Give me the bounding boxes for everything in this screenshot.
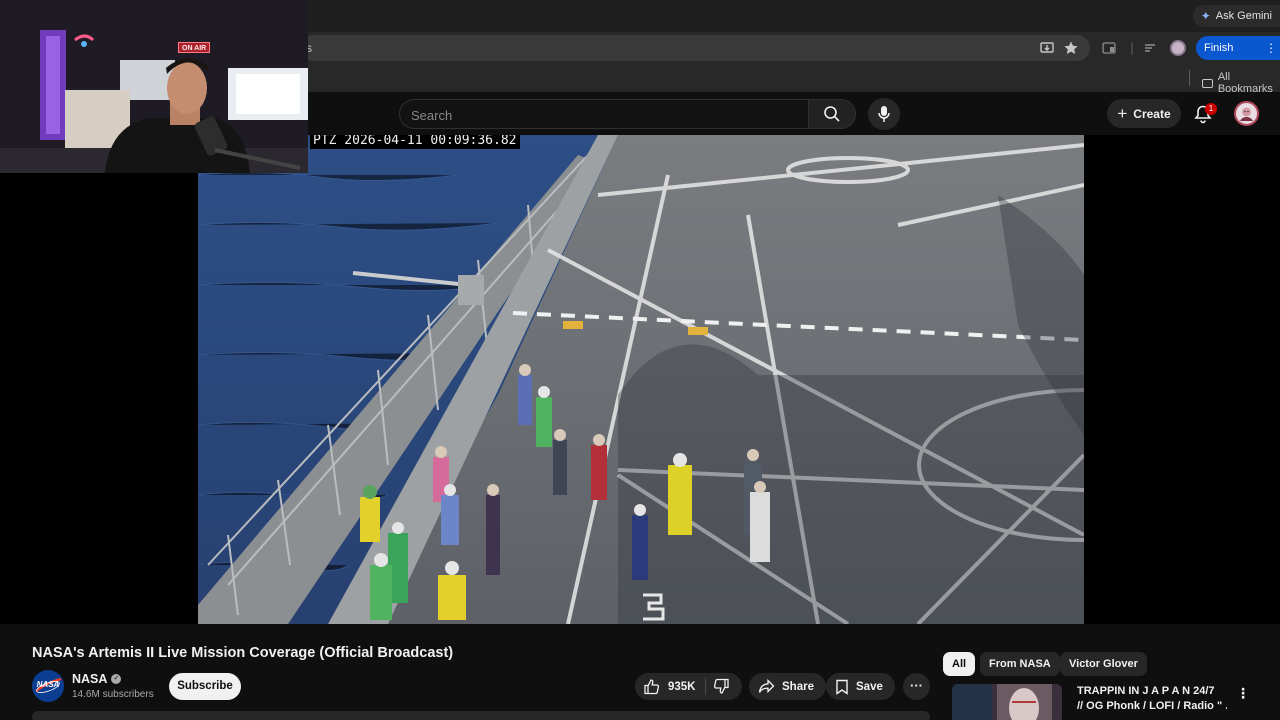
thumbs-down-icon — [713, 678, 729, 694]
account-avatar[interactable] — [1234, 101, 1259, 126]
streamer-webcam-feed — [0, 0, 308, 173]
chip-all[interactable]: All — [943, 652, 976, 676]
subscribe-button[interactable]: Subscribe — [169, 673, 241, 700]
folder-icon — [1202, 78, 1213, 88]
save-button[interactable]: Save — [826, 673, 895, 700]
dislike-button[interactable] — [706, 673, 742, 700]
bookmarks-divider — [1189, 70, 1190, 86]
address-bar[interactable]: s — [300, 35, 1090, 61]
kebab-menu-icon: ⋮ — [1236, 685, 1250, 701]
create-button[interactable]: + Create — [1107, 99, 1181, 128]
chip-from-nasa[interactable]: From NASA — [980, 652, 1060, 676]
recommendation-thumbnail[interactable] — [952, 684, 1062, 720]
camera-timestamp-overlay: PTZ 2026-04-11 00:09:36.82 — [310, 135, 520, 149]
recommendation-thumbnail-image — [952, 684, 1062, 720]
streamer-webcam-overlay: ON AIR — [0, 0, 308, 173]
recommendation-title[interactable]: TRAPPIN IN J A P A N 24/7 // OG Phonk / … — [1077, 684, 1227, 714]
save-label: Save — [856, 680, 883, 693]
reading-list-icon[interactable] — [1142, 40, 1158, 56]
channel-name: NASA — [72, 672, 108, 686]
finish-update-button[interactable]: Finish update ⋮ — [1196, 36, 1280, 78]
share-button[interactable]: Share — [749, 673, 826, 700]
bookmark-icon — [836, 679, 848, 695]
browser-profile-avatar[interactable] — [1170, 40, 1186, 56]
carrier-deck-video — [198, 135, 1084, 624]
kebab-menu-icon: ⋮ — [1265, 41, 1277, 55]
like-count: 935K — [668, 680, 696, 693]
create-label: Create — [1133, 106, 1171, 121]
search-placeholder: Search — [411, 108, 453, 123]
more-actions-button[interactable]: ··· — [903, 673, 930, 700]
video-title: NASA's Artemis II Live Mission Coverage … — [32, 645, 454, 661]
search-icon — [824, 106, 840, 122]
verified-check-icon: ✓ — [111, 674, 122, 684]
like-button[interactable]: 935K — [635, 673, 701, 700]
ask-gemini-button[interactable]: ✦ Ask Gemini — [1192, 5, 1280, 27]
ask-gemini-label: Ask Gemini — [1215, 10, 1272, 22]
gemini-spark-icon: ✦ — [1200, 9, 1211, 23]
plus-icon: + — [1117, 104, 1128, 123]
like-dislike-group: 935K — [635, 673, 742, 700]
bookmark-star-icon[interactable] — [1063, 40, 1079, 56]
on-air-sign: ON AIR — [178, 42, 211, 53]
more-horizontal-icon: ··· — [910, 678, 923, 693]
recommendation-title-line1: TRAPPIN IN J A P A N 24/7 — [1077, 685, 1215, 697]
search-input[interactable]: Search — [399, 99, 809, 129]
toolbar-divider: | — [1130, 40, 1134, 55]
video-frame[interactable]: PTZ 2026-04-11 00:09:36.82 — [198, 135, 1084, 624]
share-arrow-icon — [758, 679, 775, 694]
microphone-icon — [878, 106, 890, 122]
search-button[interactable] — [808, 99, 856, 129]
subscriber-count: 14.6M subscribers — [72, 689, 154, 700]
notification-count-badge: 1 — [1205, 103, 1217, 115]
thumbs-up-icon — [644, 679, 660, 695]
video-player[interactable]: PTZ 2026-04-11 00:09:36.82 — [0, 135, 1280, 624]
channel-avatar-text: NASA — [36, 680, 60, 689]
description-box[interactable] — [32, 711, 930, 720]
recommendation-menu-button[interactable]: ⋮ — [1236, 684, 1250, 702]
tab-search-icon[interactable] — [1101, 40, 1117, 56]
chip-victor-glover[interactable]: Victor Glover — [1060, 652, 1147, 676]
avatar-face-icon — [1240, 107, 1253, 121]
channel-name-row[interactable]: NASA ✓ — [72, 672, 122, 686]
recommendation-title-line2: // OG Phonk / LOFI / Radio " ... — [1077, 700, 1227, 712]
install-app-icon[interactable] — [1039, 40, 1055, 56]
share-label: Share — [782, 680, 814, 693]
channel-avatar[interactable]: NASA — [32, 670, 64, 702]
voice-search-button[interactable] — [868, 98, 900, 130]
